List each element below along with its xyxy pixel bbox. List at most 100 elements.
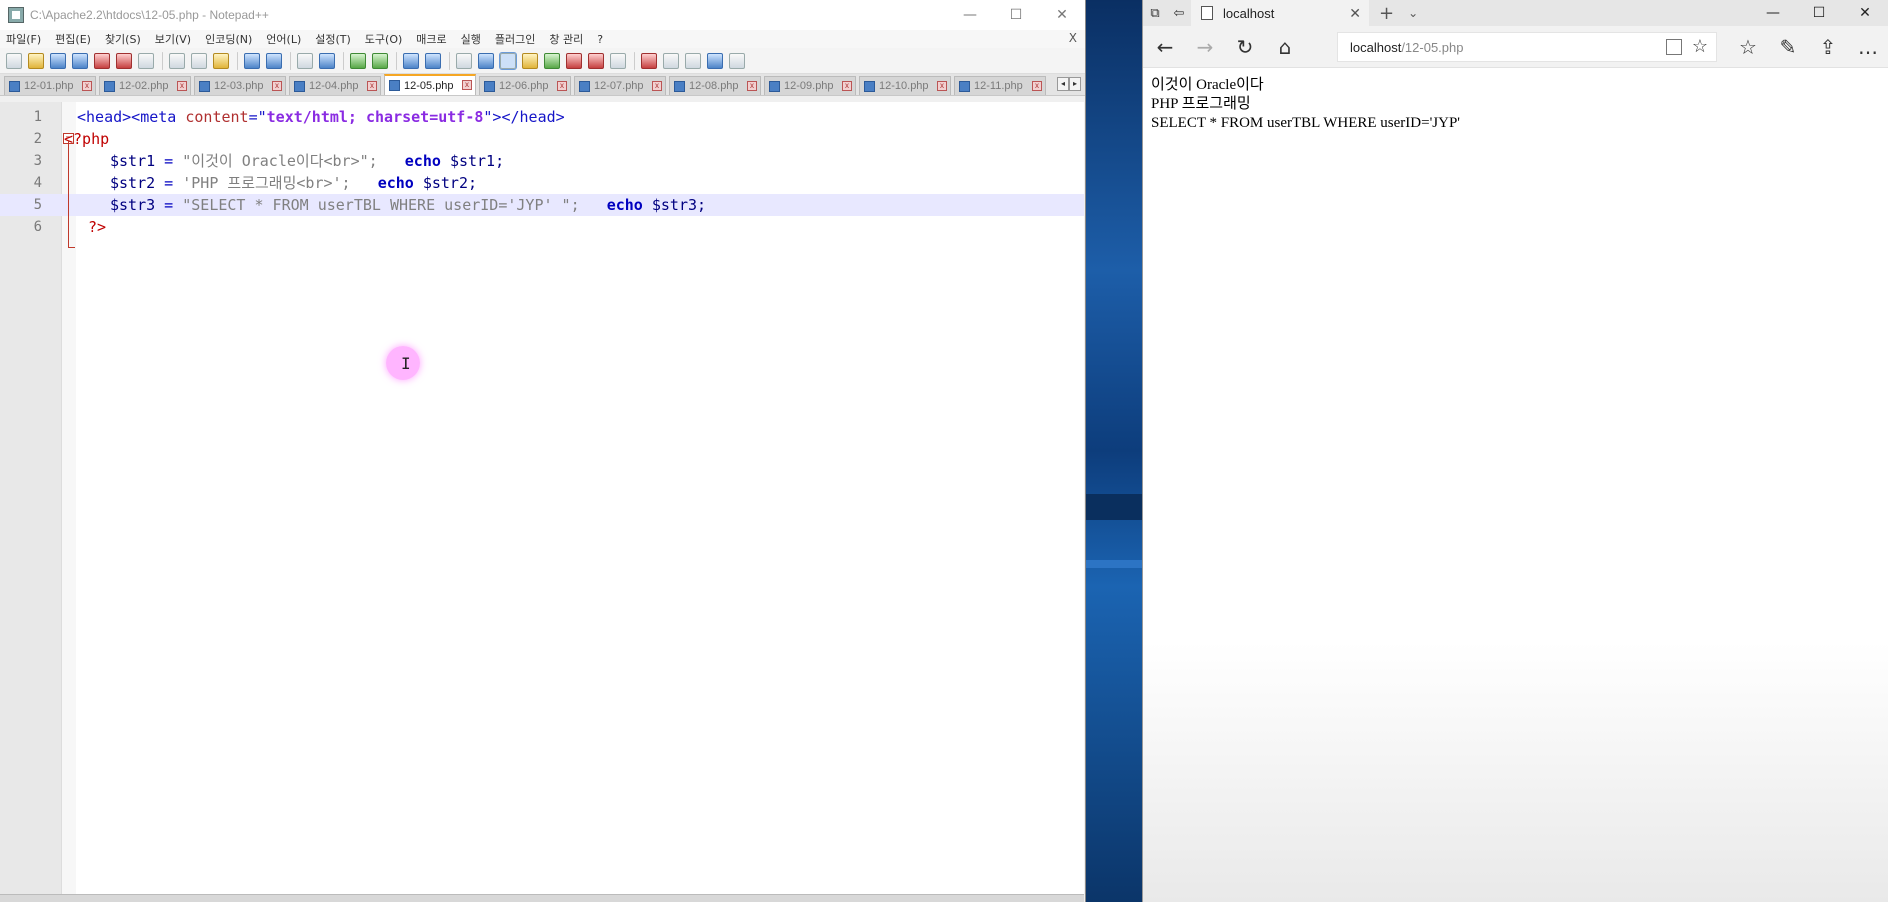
menu-help[interactable]: ? <box>597 33 603 46</box>
show-all-chars-icon[interactable] <box>478 52 494 69</box>
paste-icon[interactable] <box>213 52 229 69</box>
tab-close-icon[interactable]: x <box>1032 81 1042 91</box>
share-icon[interactable]: ⇪ <box>1808 26 1848 68</box>
open-file-icon[interactable] <box>28 52 44 69</box>
address-bar[interactable]: localhost/12-05.php ☆ <box>1337 32 1717 62</box>
tab-12-03[interactable]: 12-03.php x <box>194 76 286 95</box>
menu-encoding[interactable]: 인코딩(N) <box>205 31 252 47</box>
menu-settings[interactable]: 설정(T) <box>315 31 351 47</box>
tab-12-09[interactable]: 12-09.php x <box>764 76 856 95</box>
menu-plugins[interactable]: 플러그인 <box>495 31 535 47</box>
copy-icon[interactable] <box>191 52 207 69</box>
tab-close-icon[interactable]: x <box>177 81 187 91</box>
monitoring-icon[interactable] <box>610 52 626 69</box>
menu-file[interactable]: 파일(F) <box>6 31 41 47</box>
code-editor[interactable]: 1 <head><meta content="text/html; charse… <box>0 102 1084 894</box>
tab-scroll-left-icon[interactable]: ◂ <box>1057 77 1069 91</box>
tab-12-07[interactable]: 12-07.php x <box>574 76 666 95</box>
web-note-pen-icon[interactable]: ✎ <box>1768 26 1808 68</box>
redo-icon[interactable] <box>266 52 282 69</box>
find-icon[interactable] <box>297 52 313 69</box>
tab-menu-chevron-icon[interactable]: ⌄ <box>1408 6 1418 20</box>
reading-view-icon[interactable] <box>1666 39 1682 55</box>
word-wrap-icon[interactable] <box>456 52 472 69</box>
stop-macro-icon[interactable] <box>663 52 679 69</box>
tab-12-06[interactable]: 12-06.php x <box>479 76 571 95</box>
back-arrow-icon[interactable]: ← <box>1145 26 1185 68</box>
tab-close-icon[interactable]: x <box>557 81 567 91</box>
title-bar[interactable]: C:\Apache2.2\htdocs\12-05.php - Notepad+… <box>0 0 1085 30</box>
tab-close-icon[interactable]: x <box>747 81 757 91</box>
tab-12-10[interactable]: 12-10.php x <box>859 76 951 95</box>
add-favorite-star-icon[interactable]: ☆ <box>1692 36 1708 57</box>
tab-close-icon[interactable]: x <box>462 80 472 90</box>
code-token: = <box>155 196 183 214</box>
code-token: $str1; <box>449 152 505 170</box>
doc-map-icon[interactable] <box>544 52 560 69</box>
tab-close-icon[interactable]: x <box>842 81 852 91</box>
tab-12-11[interactable]: 12-11.php x <box>954 76 1046 95</box>
favorites-hub-icon[interactable]: ☆ <box>1728 26 1768 68</box>
menu-tools[interactable]: 도구(O) <box>365 31 402 47</box>
tab-12-01[interactable]: 12-01.php x <box>4 76 96 95</box>
sync-horizontal-icon[interactable] <box>425 52 441 69</box>
maximize-button[interactable]: ☐ <box>993 0 1039 30</box>
file-icon <box>199 80 210 92</box>
zoom-out-icon[interactable] <box>372 52 388 69</box>
tab-12-08[interactable]: 12-08.php x <box>669 76 761 95</box>
zoom-in-icon[interactable] <box>350 52 366 69</box>
file-icon <box>864 80 875 92</box>
close-document-icon[interactable]: X <box>1069 31 1077 45</box>
sync-vertical-icon[interactable] <box>403 52 419 69</box>
browser-tab-localhost[interactable]: localhost ✕ <box>1191 0 1369 26</box>
undo-icon[interactable] <box>244 52 260 69</box>
set-aside-tabs-icon[interactable]: ⇦ <box>1167 0 1191 26</box>
menu-edit[interactable]: 편집(E) <box>55 31 91 47</box>
close-all-icon[interactable] <box>116 52 132 69</box>
tab-close-icon[interactable]: x <box>652 81 662 91</box>
close-file-icon[interactable] <box>94 52 110 69</box>
folder-workspace-icon[interactable] <box>588 52 604 69</box>
new-file-icon[interactable] <box>6 52 22 69</box>
menu-language[interactable]: 언어(L) <box>266 31 301 47</box>
record-macro-icon[interactable] <box>641 52 657 69</box>
close-button[interactable]: ✕ <box>1842 0 1888 26</box>
tab-close-icon[interactable]: x <box>82 81 92 91</box>
refresh-icon[interactable]: ↻ <box>1225 26 1265 68</box>
menu-macro[interactable]: 매크로 <box>416 31 446 47</box>
play-macro-icon[interactable] <box>685 52 701 69</box>
tab-preview-icon[interactable]: ⧉ <box>1143 0 1167 26</box>
minimize-button[interactable]: — <box>947 0 993 30</box>
tab-close-icon[interactable]: x <box>272 81 282 91</box>
indent-guide-icon[interactable] <box>499 51 517 70</box>
save-all-icon[interactable] <box>72 52 88 69</box>
run-macro-multiple-icon[interactable] <box>707 52 723 69</box>
tab-12-04[interactable]: 12-04.php x <box>289 76 381 95</box>
menu-run[interactable]: 실행 <box>461 31 481 47</box>
menu-search[interactable]: 찾기(S) <box>105 31 141 47</box>
print-icon[interactable] <box>138 52 154 69</box>
tab-close-icon[interactable]: x <box>367 81 377 91</box>
tab-close-icon[interactable]: x <box>937 81 947 91</box>
code-token: =" <box>248 108 267 126</box>
replace-icon[interactable] <box>319 52 335 69</box>
tab-scroll-right-icon[interactable]: ▸ <box>1069 77 1081 91</box>
function-list-icon[interactable] <box>566 52 582 69</box>
more-options-icon[interactable]: … <box>1848 26 1888 68</box>
menu-view[interactable]: 보기(V) <box>155 31 191 47</box>
tab-12-05[interactable]: 12-05.php x <box>384 74 476 95</box>
save-icon[interactable] <box>50 52 66 69</box>
maximize-button[interactable]: ☐ <box>1796 0 1842 26</box>
cut-icon[interactable] <box>169 52 185 69</box>
language-define-icon[interactable] <box>522 52 538 69</box>
notepadpp-app-icon <box>8 7 24 23</box>
save-macro-icon[interactable] <box>729 52 745 69</box>
close-tab-icon[interactable]: ✕ <box>1349 5 1361 22</box>
new-tab-icon[interactable]: + <box>1379 3 1394 24</box>
forward-arrow-icon[interactable]: → <box>1185 26 1225 68</box>
close-button[interactable]: ✕ <box>1039 0 1085 30</box>
home-icon[interactable]: ⌂ <box>1265 26 1305 68</box>
minimize-button[interactable]: — <box>1750 0 1796 26</box>
tab-12-02[interactable]: 12-02.php x <box>99 76 191 95</box>
menu-window[interactable]: 창 관리 <box>549 31 583 47</box>
